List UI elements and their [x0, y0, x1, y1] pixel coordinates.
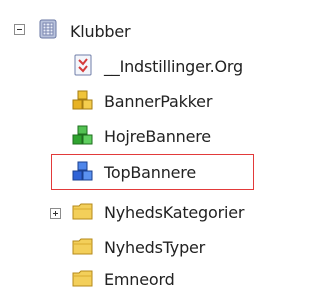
folder-icon [72, 238, 93, 255]
yellow-cubes-icon [72, 90, 93, 110]
tree-node-label: __Indstillinger.Org [104, 56, 243, 76]
tree-node-label: BannerPakker [104, 91, 213, 111]
green-cubes-icon [72, 125, 93, 145]
blue-cubes-icon [72, 161, 93, 181]
tree-node-label: NyhedsTyper [104, 237, 206, 257]
tree-node-bannerpakker[interactable]: BannerPakker [104, 87, 212, 115]
collapse-toggle[interactable] [14, 24, 25, 35]
tree-node-topbannere[interactable]: TopBannere [104, 158, 196, 186]
folder-icon [72, 270, 93, 287]
tree-node-label: HojreBannere [104, 126, 211, 146]
tree-node-label: Emneord [104, 269, 175, 289]
tree-node-klubber[interactable]: Klubber [70, 17, 131, 45]
settings-doc-icon [74, 54, 92, 76]
tree-node-label: TopBannere [104, 162, 196, 182]
folder-icon [72, 203, 93, 220]
expand-toggle[interactable] [50, 208, 61, 219]
tree-node-hojrebannere[interactable]: HojreBannere [104, 122, 211, 150]
tree-node-nyhedstyper[interactable]: NyhedsTyper [104, 233, 205, 261]
tree-node-label: Klubber [70, 21, 131, 41]
tree-node-emneord[interactable]: Emneord [104, 265, 175, 293]
database-icon [39, 19, 57, 39]
tree-node-label: NyhedsKategorier [104, 202, 245, 222]
tree-node-nyhedskategorier[interactable]: NyhedsKategorier [104, 198, 244, 226]
tree-node-indstillinger[interactable]: __Indstillinger.Org [104, 52, 243, 80]
